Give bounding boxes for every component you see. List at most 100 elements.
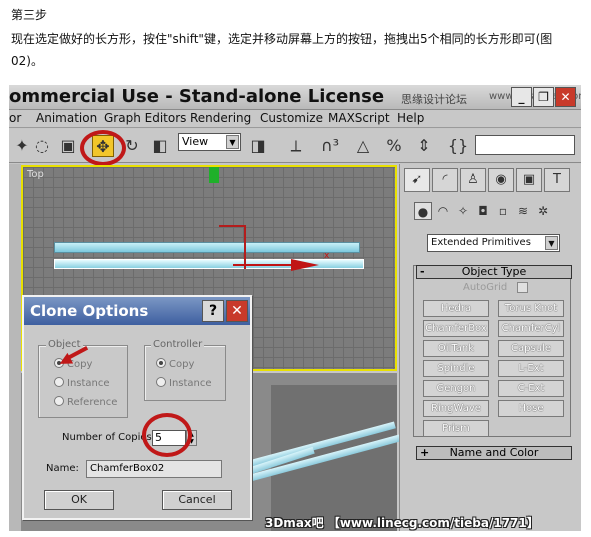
- menu-rendering[interactable]: Rendering: [190, 111, 251, 125]
- gengon-button[interactable]: Gengon: [423, 380, 489, 397]
- command-panel: ➹ ◜ ♙ ◉ ▣ T ● ◠ ✧ ◘ ▫ ≋ ✲ Extended Primi…: [399, 164, 581, 531]
- hedra-button[interactable]: Hedra: [423, 300, 489, 317]
- c-ext-button[interactable]: C-Ext: [498, 380, 564, 397]
- clone-name-input[interactable]: ChamferBox02: [86, 460, 222, 478]
- torus-knot-button[interactable]: Torus Knot: [498, 300, 564, 317]
- controller-group: [144, 345, 226, 401]
- tutorial-step-heading: 第三步: [11, 8, 48, 22]
- main-toolbar: ✦ ◌ ▣ ✥ ↻ ◧ View ▼ ◨ ⟂ ∩³ △ % ⇕ {}: [9, 129, 581, 166]
- primitive-type-select[interactable]: Extended Primitives ▼: [427, 234, 560, 252]
- object-group-label: Object: [46, 339, 83, 350]
- lights-icon[interactable]: ✧: [454, 202, 472, 220]
- menu-views[interactable]: or: [9, 111, 21, 125]
- gizmo-x-shaft: [233, 264, 293, 266]
- mirror-icon[interactable]: ⟂: [285, 135, 307, 157]
- left-strip: [9, 164, 21, 531]
- chamferbox-original[interactable]: [54, 242, 360, 253]
- chamferbox-button[interactable]: ChamferBox: [423, 320, 489, 337]
- controller-copy-label: Copy: [169, 359, 195, 370]
- chevron-down-icon: ▼: [226, 135, 239, 149]
- menu-bar: or Animation Graph Editors Rendering Cus…: [9, 110, 581, 128]
- lasso-icon[interactable]: ✦: [11, 135, 33, 157]
- gizmo-bracket-v: [244, 225, 246, 269]
- radio-dot: [156, 358, 166, 368]
- prism-button[interactable]: Prism: [423, 420, 489, 437]
- spinner-snap-icon[interactable]: ⇕: [413, 135, 435, 157]
- menu-animation[interactable]: Animation: [36, 111, 97, 125]
- menu-customize[interactable]: Customize: [260, 111, 323, 125]
- autogrid-label: AutoGrid: [463, 282, 508, 293]
- minimize-button[interactable]: _: [511, 87, 532, 107]
- autogrid-checkbox[interactable]: [517, 282, 528, 293]
- controller-group-label: Controller: [151, 339, 205, 350]
- ringwave-button[interactable]: RingWave: [423, 400, 489, 417]
- object-reference-radio[interactable]: Reference: [54, 396, 117, 408]
- select-object-icon[interactable]: ◌: [31, 135, 53, 157]
- reference-coordinate-value: View: [182, 135, 209, 148]
- name-and-color-header[interactable]: + Name and Color: [416, 446, 572, 460]
- percent-snap-icon[interactable]: %: [383, 135, 405, 157]
- maximize-button[interactable]: ❐: [533, 87, 554, 107]
- window-close-button[interactable]: ✕: [555, 87, 576, 107]
- name-label: Name:: [46, 463, 79, 474]
- modify-tab-icon[interactable]: ◜: [432, 168, 458, 192]
- radio-dot: [54, 396, 64, 406]
- controller-instance-radio[interactable]: Instance: [156, 377, 212, 389]
- snap-3d-icon[interactable]: ∩³: [319, 135, 341, 157]
- utilities-tab-icon[interactable]: T: [544, 168, 570, 192]
- systems-icon[interactable]: ✲: [534, 202, 552, 220]
- reference-coordinate-select[interactable]: View ▼: [178, 133, 241, 151]
- spindle-button[interactable]: Spindle: [423, 360, 489, 377]
- create-category-row: ● ◠ ✧ ◘ ▫ ≋ ✲: [406, 200, 578, 222]
- space-warps-icon[interactable]: ≋: [514, 202, 532, 220]
- cancel-button[interactable]: Cancel: [162, 490, 232, 510]
- viewport-label: Top: [27, 169, 44, 180]
- named-selection-field[interactable]: [475, 135, 575, 155]
- cameras-icon[interactable]: ◘: [474, 202, 492, 220]
- angle-snap-icon[interactable]: △: [352, 135, 374, 157]
- chamfercyl-button[interactable]: ChamferCyl: [498, 320, 564, 337]
- hierarchy-tab-icon[interactable]: ♙: [460, 168, 486, 192]
- create-tab-icon[interactable]: ➹: [404, 168, 430, 192]
- gizmo-x-arrow-icon[interactable]: [291, 259, 319, 271]
- ok-button[interactable]: OK: [44, 490, 114, 510]
- highlight-circle-move: [80, 130, 126, 166]
- object-reference-label: Reference: [67, 397, 118, 408]
- l-ext-button[interactable]: L-Ext: [498, 360, 564, 377]
- helpers-icon[interactable]: ▫: [494, 202, 512, 220]
- max-screenshot: ommercial Use - Stand-alone License 思缘设计…: [9, 85, 581, 531]
- geometry-icon[interactable]: ●: [414, 202, 432, 220]
- object-type-header[interactable]: - Object Type: [416, 265, 572, 279]
- shapes-icon[interactable]: ◠: [434, 202, 452, 220]
- menu-graph-editors[interactable]: Graph Editors: [104, 111, 186, 125]
- name-and-color-title: Name and Color: [449, 446, 539, 459]
- select-by-name-icon[interactable]: ▣: [57, 135, 79, 157]
- named-selection-icon[interactable]: {}: [447, 135, 469, 157]
- dialog-title: Clone Options: [30, 302, 149, 320]
- controller-copy-radio[interactable]: Copy: [156, 358, 194, 370]
- primitive-type-value: Extended Primitives: [431, 237, 531, 248]
- window-title: ommercial Use - Stand-alone License: [9, 86, 385, 107]
- command-tabs: ➹ ◜ ♙ ◉ ▣ T: [404, 168, 578, 194]
- chevron-down-icon: ▼: [545, 236, 558, 250]
- capsule-button[interactable]: Capsule: [498, 340, 564, 357]
- gizmo-bracket-h: [219, 225, 246, 227]
- motion-tab-icon[interactable]: ◉: [488, 168, 514, 192]
- pivot-icon[interactable]: ◨: [247, 135, 269, 157]
- object-instance-label: Instance: [67, 378, 110, 389]
- dialog-help-button[interactable]: ?: [202, 300, 224, 322]
- gizmo-x-label: x: [324, 251, 330, 261]
- footer-watermark: 3Dmax吧 【www.linecg.com/tieba/1771】: [265, 516, 539, 530]
- display-tab-icon[interactable]: ▣: [516, 168, 542, 192]
- forum-watermark: 思缘设计论坛: [401, 93, 467, 106]
- window-titlebar: ommercial Use - Stand-alone License 思缘设计…: [9, 85, 581, 110]
- dialog-close-button[interactable]: ✕: [226, 300, 248, 322]
- hose-button[interactable]: Hose: [498, 400, 564, 417]
- highlight-circle-copies: [142, 413, 192, 457]
- menu-maxscript[interactable]: MAXScript: [328, 111, 390, 125]
- object-type-title: Object Type: [461, 265, 527, 278]
- object-instance-radio[interactable]: Instance: [54, 377, 110, 389]
- oiltank-button[interactable]: OilTank: [423, 340, 489, 357]
- select-and-scale-icon[interactable]: ◧: [149, 135, 171, 157]
- menu-help[interactable]: Help: [397, 111, 424, 125]
